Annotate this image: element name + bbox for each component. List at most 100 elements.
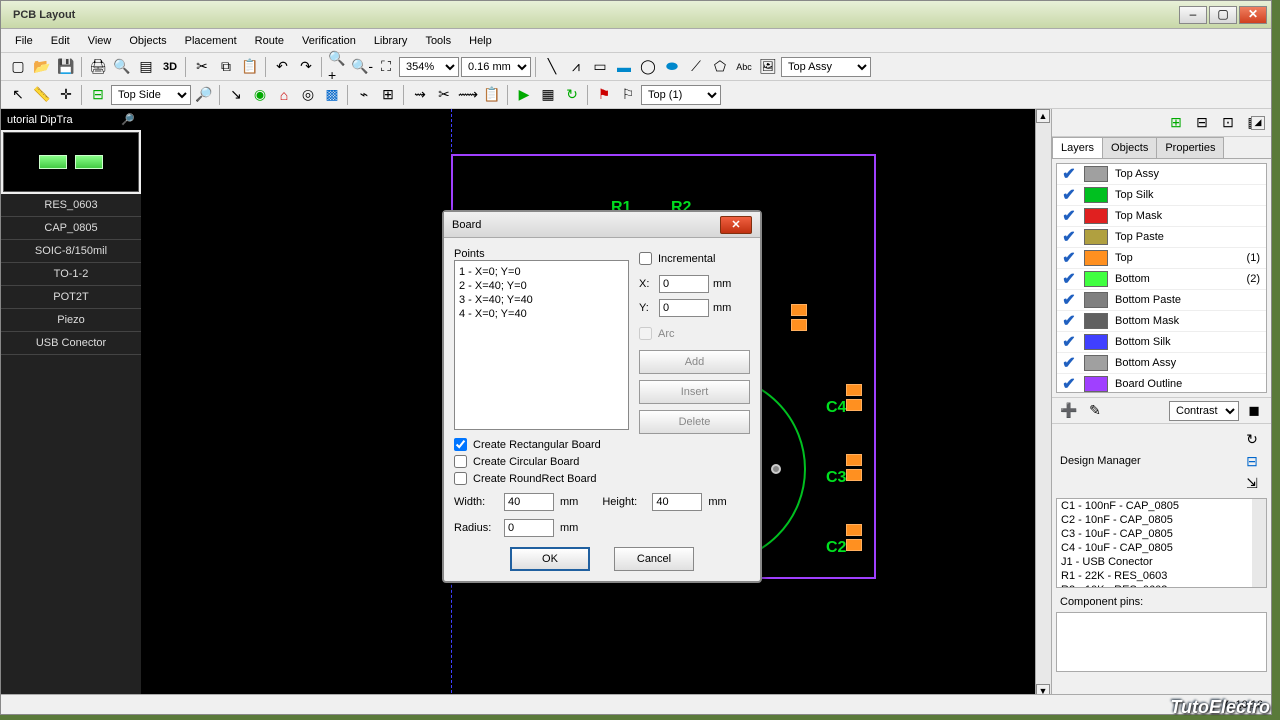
layer-color-swatch[interactable] (1084, 166, 1108, 182)
hole-icon[interactable]: ⌂ (273, 84, 295, 106)
dm-item[interactable]: C2 - 10nF - CAP_0805 (1057, 513, 1266, 527)
layer-row[interactable]: ✔Bottom Silk (1057, 332, 1266, 353)
tab-layers[interactable]: Layers (1052, 137, 1103, 158)
radius-input[interactable] (504, 519, 554, 537)
incremental-checkbox[interactable] (639, 252, 652, 265)
rrect-board-checkbox[interactable] (454, 472, 467, 485)
pad-icon[interactable]: ◎ (297, 84, 319, 106)
component-list[interactable]: RES_0603 CAP_0805 SOIC-8/150mil TO-1-2 P… (1, 194, 141, 714)
line-icon[interactable]: ╲ (541, 56, 563, 78)
list-item[interactable]: Piezo (1, 309, 141, 332)
menu-tools[interactable]: Tools (417, 32, 459, 50)
point-row[interactable]: 2 - X=40; Y=0 (459, 279, 624, 293)
layer-color-swatch[interactable] (1084, 271, 1108, 287)
scroll-up-icon[interactable]: ▲ (1036, 109, 1050, 123)
image-icon[interactable]: 🖼 (757, 56, 779, 78)
layer-visible-check[interactable]: ✔ (1057, 311, 1081, 331)
layer-row[interactable]: ✔Bottom(2) (1057, 269, 1266, 290)
layer-row[interactable]: ✔Top Assy (1057, 164, 1266, 185)
zoomin-icon[interactable]: 🔍+ (327, 56, 349, 78)
list-item[interactable]: CAP_0805 (1, 217, 141, 240)
layer-color-swatch[interactable] (1084, 313, 1108, 329)
layer-visible-check[interactable]: ✔ (1057, 374, 1081, 393)
layer-row[interactable]: ✔Top(1) (1057, 248, 1266, 269)
paste-icon[interactable]: 📋 (239, 56, 261, 78)
dialog-titlebar[interactable]: Board ✕ (444, 212, 760, 238)
menu-edit[interactable]: Edit (43, 32, 78, 50)
clip-icon[interactable]: 📋 (481, 84, 503, 106)
points-list[interactable]: 1 - X=0; Y=02 - X=40; Y=03 - X=40; Y=404… (454, 260, 629, 430)
open-icon[interactable]: 📂 (31, 56, 53, 78)
cancel-button[interactable]: Cancel (614, 547, 694, 571)
layer-color-swatch[interactable] (1084, 208, 1108, 224)
layer-row[interactable]: ✔Bottom Assy (1057, 353, 1266, 374)
width-input[interactable] (504, 493, 554, 511)
via-icon[interactable]: ◉ (249, 84, 271, 106)
layer-color-swatch[interactable] (1084, 334, 1108, 350)
binoculars-icon[interactable]: 🔎 (121, 113, 135, 126)
list-item[interactable]: SOIC-8/150mil (1, 240, 141, 263)
delete-button[interactable]: Delete (639, 410, 750, 434)
undo-icon[interactable]: ↶ (271, 56, 293, 78)
component-pins-list[interactable] (1056, 612, 1267, 672)
minimize-button[interactable]: – (1179, 6, 1207, 24)
layer-visible-check[interactable]: ✔ (1057, 353, 1081, 373)
menu-view[interactable]: View (80, 32, 120, 50)
dm-item[interactable]: R2 - 10K - RES_0603 (1057, 583, 1266, 588)
erc-icon[interactable]: ⚐ (617, 84, 639, 106)
layer-list[interactable]: ✔Top Assy✔Top Silk✔Top Mask✔Top Paste✔To… (1056, 163, 1267, 393)
dm-item[interactable]: C1 - 100nF - CAP_0805 (1057, 499, 1266, 513)
filledellipse-icon[interactable]: ⬬ (661, 56, 683, 78)
menu-verification[interactable]: Verification (294, 32, 364, 50)
y-input[interactable] (659, 299, 709, 317)
filledrect-icon[interactable]: ▬ (613, 56, 635, 78)
menu-placement[interactable]: Placement (177, 32, 245, 50)
layer-visible-check[interactable]: ✔ (1057, 206, 1081, 226)
save-icon[interactable]: 💾 (55, 56, 77, 78)
dm-scrollbar[interactable] (1252, 499, 1266, 587)
point-row[interactable]: 3 - X=40; Y=40 (459, 293, 624, 307)
dm-item[interactable]: R1 - 22K - RES_0603 (1057, 569, 1266, 583)
net-icon[interactable]: ⌁ (353, 84, 375, 106)
vertical-scrollbar[interactable]: ▲ ▼ (1035, 109, 1051, 698)
poly-icon[interactable]: ⬠ (709, 56, 731, 78)
maximize-button[interactable]: ▢ (1209, 6, 1237, 24)
list-item[interactable]: TO-1-2 (1, 263, 141, 286)
addlayer-icon[interactable]: ➕ (1058, 400, 1080, 422)
layer-color-swatch[interactable] (1084, 187, 1108, 203)
menu-objects[interactable]: Objects (121, 32, 174, 50)
arc-icon[interactable]: ⟋ (685, 56, 707, 78)
layer-row[interactable]: ✔Top Mask (1057, 206, 1266, 227)
add-button[interactable]: Add (639, 350, 750, 374)
layer-visible-check[interactable]: ✔ (1057, 332, 1081, 352)
layer-visible-check[interactable]: ✔ (1057, 185, 1081, 205)
layer-visible-check[interactable]: ✔ (1057, 290, 1081, 310)
layer-visible-check[interactable]: ✔ (1057, 248, 1081, 268)
dm-item[interactable]: J1 - USB Conector (1057, 555, 1266, 569)
rect-icon[interactable]: ▭ (589, 56, 611, 78)
text-icon[interactable]: Abc (733, 56, 755, 78)
rect-board-checkbox[interactable] (454, 438, 467, 451)
zoomout-icon[interactable]: 🔍- (351, 56, 373, 78)
assy-select[interactable]: Top Assy (781, 57, 871, 77)
panel1-icon[interactable]: ⊞ (1165, 112, 1187, 134)
grid-icon[interactable]: ⊞ (377, 84, 399, 106)
layer-select[interactable]: Top (1) (641, 85, 721, 105)
editlayer-icon[interactable]: ✎ (1084, 400, 1106, 422)
dm-find-icon[interactable]: ⇲ (1241, 472, 1263, 494)
layer-row[interactable]: ✔Top Paste (1057, 227, 1266, 248)
contrast-select[interactable]: Contrast (1169, 401, 1239, 421)
run-icon[interactable]: ▶ (513, 84, 535, 106)
dm-sort-icon[interactable]: ⊟ (1241, 450, 1263, 472)
close-button[interactable]: ✕ (1239, 6, 1267, 24)
nav-down-icon[interactable]: ◢ (1251, 116, 1265, 130)
copy-icon[interactable]: ⧉ (215, 56, 237, 78)
unroute-icon[interactable]: ✂ (433, 84, 455, 106)
tab-objects[interactable]: Objects (1102, 137, 1157, 158)
menu-library[interactable]: Library (366, 32, 416, 50)
check-icon[interactable]: ↻ (561, 84, 583, 106)
print-icon[interactable]: 🖨 (87, 56, 109, 78)
panel2-icon[interactable]: ⊟ (1191, 112, 1213, 134)
layer-color-swatch[interactable] (1084, 376, 1108, 392)
insert-button[interactable]: Insert (639, 380, 750, 404)
